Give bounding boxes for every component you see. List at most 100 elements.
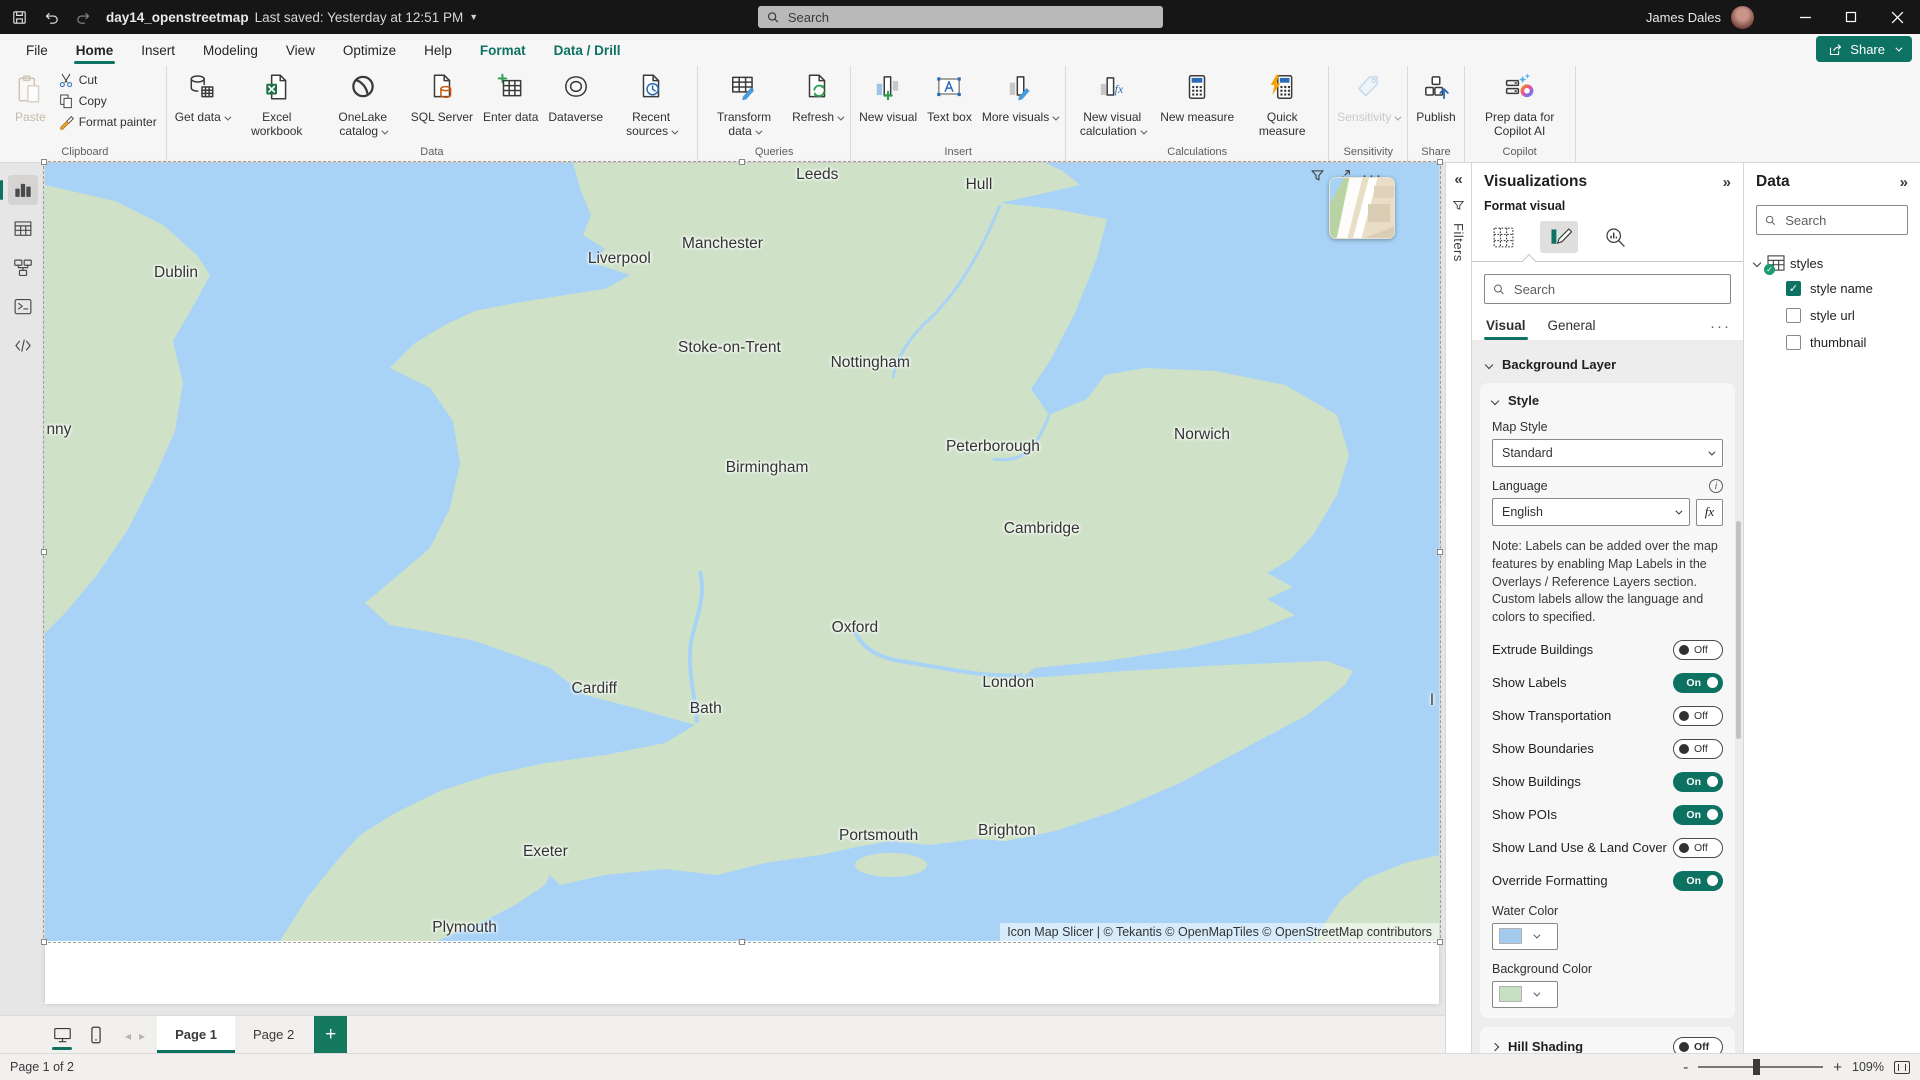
report-page[interactable]: LeedsHullManchesterLiverpoolDublinStoke-… — [45, 163, 1439, 1004]
collapse-pane-icon[interactable]: » — [1900, 174, 1908, 191]
resize-handle[interactable] — [739, 939, 745, 945]
ribbon-button-get-data[interactable]: Get data — [170, 66, 234, 126]
cut-button[interactable]: Cut — [56, 70, 163, 90]
ribbon-tab-format[interactable]: Format — [466, 34, 540, 66]
ribbon-button-transform-data[interactable]: Transform data — [701, 66, 787, 140]
fx-conditional-format-button[interactable]: fx — [1696, 499, 1723, 526]
field-style-name[interactable]: ✓style name — [1752, 275, 1912, 302]
prev-page-icon[interactable]: ◂ — [125, 1029, 131, 1043]
ribbon-tab-file[interactable]: File — [12, 34, 62, 66]
ribbon-button-quick-measure[interactable]: Quick measure — [1239, 66, 1325, 140]
ribbon-button-sensitivity[interactable]: Sensitivity — [1332, 66, 1404, 126]
copy-button[interactable]: Copy — [56, 91, 163, 111]
document-title[interactable]: day14_openstreetmap Last saved: Yesterda… — [106, 10, 478, 25]
ribbon-button-prep-data-for-copilot-ai[interactable]: Prep data for Copilot AI — [1468, 66, 1572, 140]
paste-button[interactable]: Paste — [7, 70, 54, 126]
show-labels-toggle[interactable]: On — [1673, 673, 1723, 693]
show-boundaries-toggle[interactable]: Off — [1673, 739, 1723, 759]
page-tab-page-2[interactable]: Page 2 — [235, 1016, 312, 1053]
background-color-picker[interactable] — [1492, 981, 1558, 1008]
resize-handle[interactable] — [739, 159, 745, 165]
resize-handle[interactable] — [41, 159, 47, 165]
ribbon-button-sql-server[interactable]: SQL Server — [406, 66, 478, 126]
ribbon-button-excel-workbook[interactable]: Excel workbook — [234, 66, 320, 140]
analytics-icon[interactable] — [1596, 221, 1634, 253]
share-button[interactable]: Share — [1816, 36, 1912, 62]
model-view-icon[interactable] — [8, 253, 38, 283]
hill-shading-card[interactable]: Hill Shading Off — [1480, 1027, 1735, 1053]
ribbon-button-recent-sources[interactable]: Recent sources — [608, 66, 694, 140]
hill-shading-toggle[interactable]: Off — [1673, 1037, 1723, 1053]
format-tab-general[interactable]: General — [1546, 312, 1598, 340]
format-visual-icon[interactable] — [1540, 221, 1578, 253]
extrude-buildings-toggle[interactable]: Off — [1673, 640, 1723, 660]
ribbon-tab-modeling[interactable]: Modeling — [189, 34, 272, 66]
show-buildings-toggle[interactable]: On — [1673, 772, 1723, 792]
water-color-picker[interactable] — [1492, 923, 1558, 950]
redo-icon[interactable] — [74, 8, 92, 26]
table-styles[interactable]: ✓ styles — [1752, 251, 1912, 275]
resize-handle[interactable] — [41, 939, 47, 945]
field-style-url[interactable]: style url — [1752, 302, 1912, 329]
format-search-input[interactable] — [1512, 281, 1722, 298]
desktop-view-icon[interactable] — [45, 1018, 79, 1052]
data-search-input[interactable] — [1783, 212, 1899, 229]
map-style-thumbnail[interactable] — [1329, 177, 1395, 239]
zoom-slider[interactable] — [1698, 1066, 1823, 1068]
map-visual[interactable]: LeedsHullManchesterLiverpoolDublinStoke-… — [45, 163, 1439, 941]
report-view-icon[interactable] — [8, 175, 38, 205]
resize-handle[interactable] — [41, 549, 47, 555]
show-land-use-land-cover-toggle[interactable]: Off — [1673, 838, 1723, 858]
ribbon-tab-data-drill[interactable]: Data / Drill — [540, 34, 635, 66]
filters-pane-label[interactable]: Filters — [1451, 223, 1466, 262]
ribbon-button-refresh[interactable]: Refresh — [787, 66, 847, 126]
ribbon-tab-optimize[interactable]: Optimize — [329, 34, 410, 66]
resize-handle[interactable] — [1437, 939, 1443, 945]
undo-icon[interactable] — [42, 8, 60, 26]
resize-handle[interactable] — [1437, 159, 1443, 165]
show-pois-toggle[interactable]: On — [1673, 805, 1723, 825]
ribbon-button-dataverse[interactable]: Dataverse — [543, 66, 608, 126]
next-page-icon[interactable]: ▸ — [139, 1029, 145, 1043]
filter-icon[interactable] — [1309, 167, 1326, 184]
close-button[interactable] — [1874, 0, 1920, 34]
map-style-dropdown[interactable]: Standard — [1492, 439, 1723, 467]
expand-filters-icon[interactable]: « — [1454, 171, 1462, 188]
ribbon-button-new-measure[interactable]: New measure — [1155, 66, 1239, 126]
build-visual-icon[interactable] — [1484, 221, 1522, 253]
ribbon-button-text-box[interactable]: Text box — [922, 66, 977, 126]
field-checkbox[interactable] — [1786, 335, 1801, 350]
background-layer-section[interactable]: Background Layer — [1480, 349, 1735, 374]
user-name[interactable]: James Dales — [1646, 10, 1721, 25]
mobile-view-icon[interactable] — [79, 1018, 113, 1052]
fit-to-page-icon[interactable] — [1894, 1061, 1910, 1074]
maximize-button[interactable] — [1828, 0, 1874, 34]
minimize-button[interactable] — [1782, 0, 1828, 34]
table-view-icon[interactable] — [8, 214, 38, 244]
data-search[interactable] — [1756, 205, 1908, 235]
ribbon-tab-insert[interactable]: Insert — [127, 34, 189, 66]
tmdl-view-icon[interactable] — [8, 331, 38, 361]
field-checkbox[interactable] — [1786, 308, 1801, 323]
ribbon-button-new-visual-calculation[interactable]: fxNew visual calculation — [1069, 66, 1155, 140]
ribbon-tab-home[interactable]: Home — [62, 34, 128, 66]
report-canvas[interactable]: LeedsHullManchesterLiverpoolDublinStoke-… — [45, 163, 1445, 1015]
ribbon-button-enter-data[interactable]: Enter data — [478, 66, 543, 126]
scrollbar[interactable] — [1736, 521, 1741, 739]
ribbon-button-onelake-catalog[interactable]: OneLake catalog — [320, 66, 406, 140]
format-search[interactable] — [1484, 274, 1731, 304]
ribbon-button-publish[interactable]: Publish — [1411, 66, 1460, 126]
zoom-in-button[interactable]: + — [1833, 1059, 1842, 1076]
ribbon-tab-help[interactable]: Help — [410, 34, 466, 66]
save-icon[interactable] — [10, 8, 28, 26]
avatar[interactable] — [1731, 6, 1754, 29]
language-dropdown[interactable]: English — [1492, 498, 1690, 526]
resize-handle[interactable] — [1437, 549, 1443, 555]
ribbon-tab-view[interactable]: View — [272, 34, 329, 66]
zoom-out-button[interactable]: - — [1683, 1059, 1688, 1076]
override-formatting-toggle[interactable]: On — [1673, 871, 1723, 891]
page-tab-page-1[interactable]: Page 1 — [157, 1016, 235, 1053]
ribbon-button-more-visuals[interactable]: More visuals — [977, 66, 1062, 126]
style-section[interactable]: Style — [1492, 393, 1723, 408]
dax-query-view-icon[interactable] — [8, 292, 38, 322]
